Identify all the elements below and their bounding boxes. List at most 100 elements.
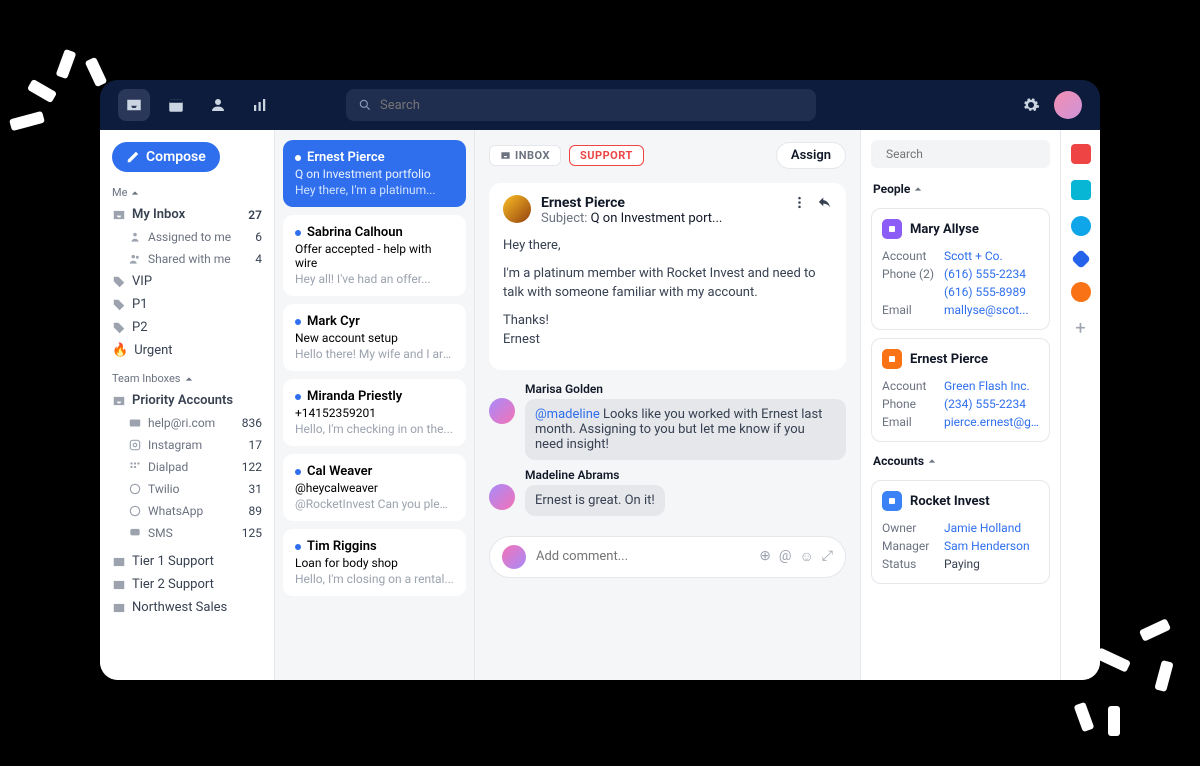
detail-row: OwnerJamie Holland xyxy=(882,519,1039,537)
compose-button[interactable]: Compose xyxy=(112,142,220,172)
section-team[interactable]: Team Inboxes xyxy=(100,368,274,389)
sidebar-shared[interactable]: Shared with me4 xyxy=(100,248,274,270)
detail-card[interactable]: Ernest PierceAccountGreen Flash Inc.Phon… xyxy=(871,338,1050,442)
nav-calendar-icon[interactable] xyxy=(160,89,192,121)
thread-item[interactable]: Miranda Priestly +14152359201 Hello, I'm… xyxy=(283,379,466,446)
add-icon[interactable]: ⊕ xyxy=(759,548,771,565)
thread-subject: New account setup xyxy=(295,331,454,345)
rail-salesforce-icon[interactable] xyxy=(1071,216,1091,236)
nav-inbox-icon[interactable] xyxy=(118,89,150,121)
accounts-section[interactable]: Accounts xyxy=(861,450,1060,472)
panel-search[interactable] xyxy=(871,140,1050,168)
sidebar-tag-vip[interactable]: VIP xyxy=(100,270,274,293)
message-from: Ernest Pierce xyxy=(541,195,782,211)
unread-dot-icon xyxy=(295,155,301,161)
comment-composer[interactable]: ⊕ @ ☺ ⤢ xyxy=(489,536,846,578)
card-type-icon xyxy=(882,349,902,369)
assign-button[interactable]: Assign xyxy=(776,142,846,169)
rail-contacts-icon[interactable] xyxy=(1071,180,1091,200)
instagram-icon xyxy=(128,438,142,452)
detail-value[interactable]: Scott + Co. xyxy=(944,249,1039,263)
nav-contacts-icon[interactable] xyxy=(202,89,234,121)
search-icon xyxy=(358,98,372,112)
detail-card[interactable]: Rocket InvestOwnerJamie HollandManagerSa… xyxy=(871,480,1050,584)
composer-input[interactable] xyxy=(536,549,749,564)
team-twilio[interactable]: Twilio31 xyxy=(100,478,274,500)
fire-icon: 🔥 xyxy=(112,343,128,358)
thread-from: Sabrina Calhoun xyxy=(307,225,403,240)
global-search[interactable] xyxy=(346,89,816,121)
sidebar-urgent[interactable]: 🔥Urgent xyxy=(100,339,274,362)
thread-item[interactable]: Tim Riggins Loan for body shop Hello, I'… xyxy=(283,529,466,596)
detail-value: Paying xyxy=(944,557,1039,571)
detail-row: AccountScott + Co. xyxy=(882,247,1039,265)
rail-jira-icon[interactable] xyxy=(1071,249,1091,269)
inbox-icon xyxy=(500,150,511,161)
detail-value[interactable]: (616) 555-2234 xyxy=(944,267,1039,281)
thread-preview: @RocketInvest Can you pleas... xyxy=(295,497,454,511)
comment-avatar xyxy=(489,398,515,424)
mention[interactable]: @madeline xyxy=(535,407,600,422)
detail-row: StatusPaying xyxy=(882,555,1039,573)
reply-icon[interactable] xyxy=(817,195,832,210)
user-avatar[interactable] xyxy=(1054,91,1082,119)
nav-analytics-icon[interactable] xyxy=(244,89,276,121)
thread-from: Miranda Priestly xyxy=(307,389,402,404)
message-subject: Subject: Q on Investment port... xyxy=(541,211,782,226)
detail-value[interactable]: Green Flash Inc. xyxy=(944,379,1039,393)
detail-row: (616) 555-8989 xyxy=(882,283,1039,301)
app-window: Compose Me My Inbox27 Assigned to me6 Sh… xyxy=(100,80,1100,680)
sidebar-tier2[interactable]: Tier 2 Support xyxy=(100,573,274,596)
thread-preview: Hello, I'm closing on a rental... xyxy=(295,572,454,586)
search-icon xyxy=(879,148,880,160)
thread-preview: Hey all! I've had an offer... xyxy=(295,272,454,286)
emoji-icon[interactable]: ☺ xyxy=(800,548,814,565)
team-help[interactable]: help@ri.com836 xyxy=(100,412,274,434)
team-sms[interactable]: SMS125 xyxy=(100,522,274,544)
sidebar-tag-p2[interactable]: P2 xyxy=(100,316,274,339)
section-me[interactable]: Me xyxy=(100,182,274,203)
more-icon[interactable] xyxy=(792,195,807,210)
mention-icon[interactable]: @ xyxy=(779,548,792,565)
expand-icon[interactable]: ⤢ xyxy=(822,548,833,565)
people-icon xyxy=(128,252,142,266)
thread-preview: Hey there, I'm a platinum... xyxy=(295,183,454,197)
rail-calendar-icon[interactable] xyxy=(1071,144,1091,164)
panel-search-input[interactable] xyxy=(886,147,1042,161)
sidebar-tier1[interactable]: Tier 1 Support xyxy=(100,550,274,573)
detail-value[interactable]: Sam Henderson xyxy=(944,539,1039,553)
sidebar-northwest[interactable]: Northwest Sales xyxy=(100,596,274,619)
detail-value[interactable]: pierce.ernest@gr... xyxy=(944,415,1039,429)
team-instagram[interactable]: Instagram17 xyxy=(100,434,274,456)
detail-value[interactable]: mallyse@scot... xyxy=(944,303,1039,317)
detail-value[interactable]: (616) 555-8989 xyxy=(944,285,1039,299)
detail-value[interactable]: Jamie Holland xyxy=(944,521,1039,535)
inbox-icon xyxy=(112,555,126,569)
rail-hubspot-icon[interactable] xyxy=(1071,282,1091,302)
thread-item[interactable]: Ernest Pierce Q on Investment portfolio … xyxy=(283,140,466,207)
people-section[interactable]: People xyxy=(861,178,1060,200)
rail-add-icon[interactable]: + xyxy=(1075,318,1085,339)
team-whatsapp[interactable]: WhatsApp89 xyxy=(100,500,274,522)
global-search-input[interactable] xyxy=(380,98,804,113)
sidebar-priority[interactable]: Priority Accounts xyxy=(100,389,274,412)
card-title: Mary Allyse xyxy=(910,222,979,237)
support-pill[interactable]: SUPPORT xyxy=(569,145,644,166)
detail-card[interactable]: Mary AllyseAccountScott + Co.Phone (2)(6… xyxy=(871,208,1050,330)
inbox-icon xyxy=(112,208,126,222)
detail-row: ManagerSam Henderson xyxy=(882,537,1039,555)
sidebar-assigned[interactable]: Assigned to me6 xyxy=(100,226,274,248)
tag-icon xyxy=(112,321,126,335)
thread-from: Tim Riggins xyxy=(307,539,377,554)
settings-icon[interactable] xyxy=(1022,96,1040,114)
inbox-pill[interactable]: INBOX xyxy=(489,145,561,166)
comments: Marisa Golden @madeline Looks like you w… xyxy=(475,376,860,530)
detail-value[interactable]: (234) 555-2234 xyxy=(944,397,1039,411)
thread-item[interactable]: Mark Cyr New account setup Hello there! … xyxy=(283,304,466,371)
thread-item[interactable]: Sabrina Calhoun Offer accepted - help wi… xyxy=(283,215,466,296)
team-dialpad[interactable]: Dialpad122 xyxy=(100,456,274,478)
thread-item[interactable]: Cal Weaver @heycalweaver @RocketInvest C… xyxy=(283,454,466,521)
sidebar-my-inbox[interactable]: My Inbox27 xyxy=(100,203,274,226)
integrations-rail: + xyxy=(1060,130,1100,680)
sidebar-tag-p1[interactable]: P1 xyxy=(100,293,274,316)
